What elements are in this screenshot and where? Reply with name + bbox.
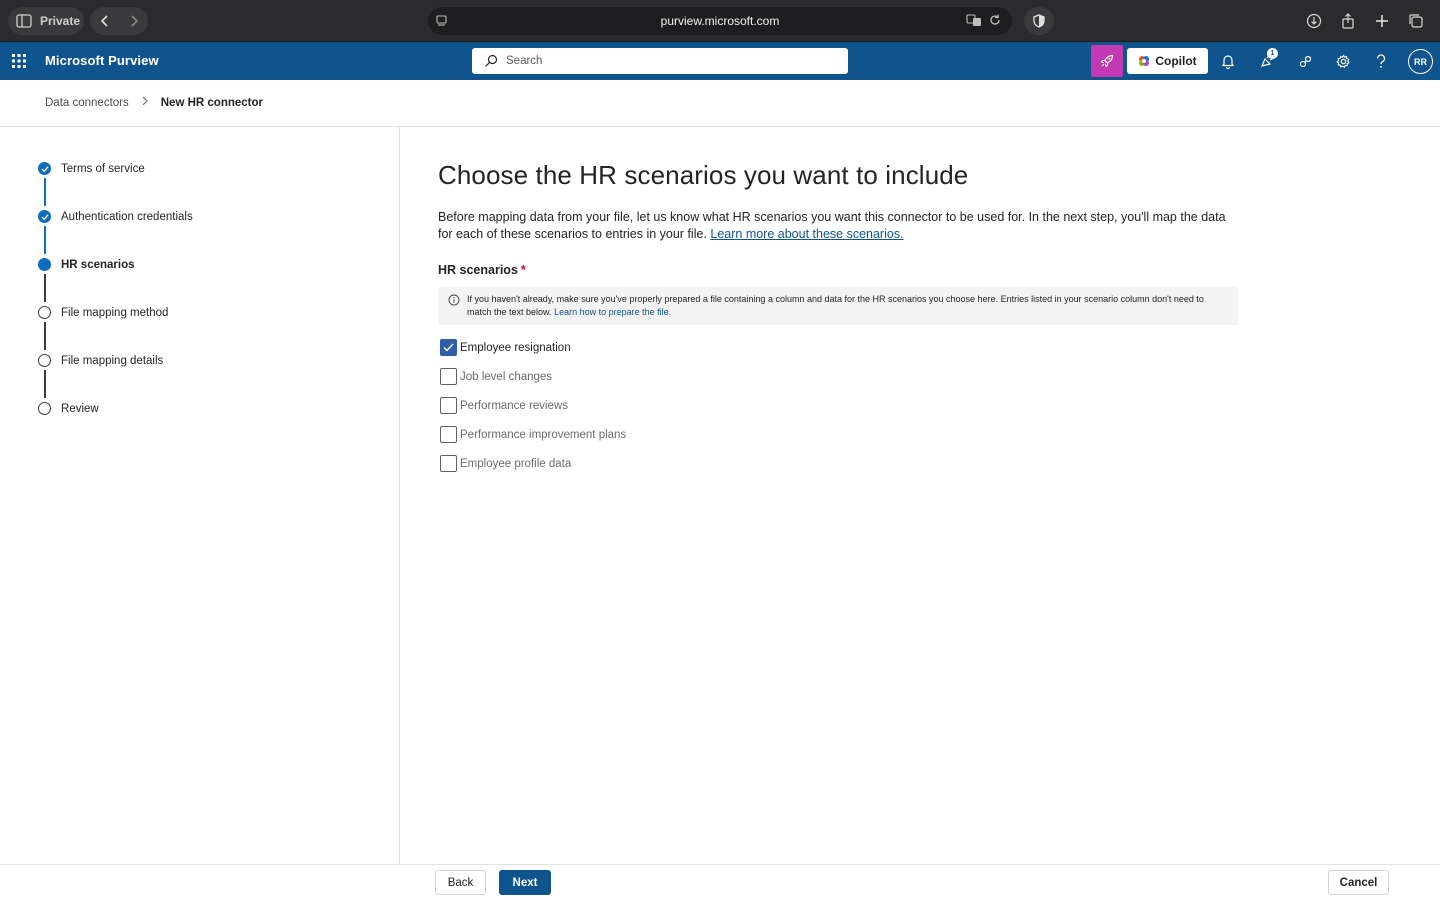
tab-overview-icon[interactable] (1404, 9, 1428, 33)
connect-icon[interactable] (1294, 50, 1316, 72)
forward-arrow-icon[interactable] (128, 14, 140, 28)
breadcrumb: Data connectors New HR connector (45, 96, 263, 109)
step-label: Review (61, 402, 99, 415)
checkbox-label: Employee resignation (460, 341, 571, 354)
private-window-indicator[interactable]: Private (8, 7, 84, 35)
cancel-button[interactable]: Cancel (1328, 870, 1389, 895)
step-label: Authentication credentials (61, 210, 193, 223)
app-launcher-icon[interactable] (10, 52, 28, 70)
search-icon (485, 54, 498, 67)
step-label: File mapping details (61, 354, 164, 367)
url-text: purview.microsoft.com (660, 14, 780, 28)
checkbox[interactable] (440, 426, 457, 443)
checkbox-job-level-changes[interactable]: Job level changes (440, 368, 552, 385)
empty-circle-icon (38, 402, 51, 415)
privacy-shield[interactable] (1024, 7, 1054, 35)
panel-divider (399, 127, 400, 864)
checkbox[interactable] (440, 368, 457, 385)
share-icon[interactable] (1336, 9, 1360, 33)
history-nav (90, 7, 148, 35)
step-connector (44, 226, 46, 254)
page-menu-icon[interactable] (436, 14, 448, 28)
checkbox[interactable] (440, 455, 457, 472)
copilot-button[interactable]: Copilot (1127, 48, 1208, 74)
step-hr-scenarios[interactable]: HR scenarios (38, 258, 135, 271)
header-divider (0, 126, 1440, 127)
app-header: Microsoft Purview Copilot 1 RR (0, 42, 1440, 80)
checkbox-performance-improvement-plans[interactable]: Performance improvement plans (440, 426, 626, 443)
checkbox-employee-profile-data[interactable]: Employee profile data (440, 455, 571, 472)
learn-how-prepare-file-link[interactable]: Learn how to prepare the file. (554, 307, 671, 317)
step-file-mapping-details: File mapping details (38, 354, 163, 367)
hr-scenarios-label: HR scenarios * (438, 263, 526, 277)
current-step-icon (38, 258, 51, 271)
search-box[interactable] (472, 48, 848, 74)
step-connector (44, 322, 46, 350)
browser-toolbar: Private purview.microsoft.com (0, 0, 1440, 42)
page-description: Before mapping data from your file, let … (438, 209, 1238, 243)
checkbox[interactable] (440, 339, 457, 356)
required-marker: * (520, 263, 526, 277)
step-label: File mapping method (61, 306, 169, 319)
page-title: Choose the HR scenarios you want to incl… (438, 160, 969, 190)
checkbox-label: Performance improvement plans (460, 428, 627, 441)
step-terms-of-service[interactable]: Terms of service (38, 162, 145, 175)
breadcrumb-current: New HR connector (160, 96, 263, 109)
copilot-icon (1139, 56, 1150, 66)
next-button[interactable]: Next (499, 870, 551, 895)
learn-more-scenarios-link[interactable]: Learn more about these scenarios. (710, 227, 903, 241)
step-file-mapping-method: File mapping method (38, 306, 168, 319)
checkbox-performance-reviews[interactable]: Performance reviews (440, 397, 568, 414)
step-connector (44, 370, 46, 398)
back-arrow-icon[interactable] (99, 14, 111, 28)
checkmark-icon (38, 210, 51, 223)
step-label: Terms of service (61, 162, 145, 175)
footer-divider (0, 864, 1440, 865)
bell-icon[interactable] (1217, 50, 1239, 72)
empty-circle-icon (38, 354, 51, 367)
avatar[interactable]: RR (1408, 49, 1433, 74)
checkbox-label: Employee profile data (460, 457, 572, 470)
translate-icon[interactable] (966, 13, 982, 27)
reload-icon[interactable] (988, 13, 1002, 27)
downloads-icon[interactable] (1302, 9, 1326, 33)
step-authentication-credentials[interactable]: Authentication credentials (38, 210, 193, 223)
breadcrumb-data-connectors[interactable]: Data connectors (45, 97, 129, 109)
sidebar-icon (16, 14, 32, 28)
new-tab-icon[interactable] (1370, 9, 1394, 33)
back-button[interactable]: Back (435, 870, 486, 895)
rocket-icon (1100, 54, 1114, 68)
step-connector (44, 178, 46, 206)
app-title[interactable]: Microsoft Purview (45, 53, 159, 68)
security-copilot-button[interactable] (1091, 45, 1123, 77)
section-label-text: HR scenarios (438, 263, 518, 277)
step-review: Review (38, 402, 99, 415)
checkmark-icon (443, 343, 454, 352)
address-bar[interactable]: purview.microsoft.com (428, 7, 1012, 35)
info-message-bar: If you haven't already, make sure you've… (438, 287, 1238, 325)
checkbox[interactable] (440, 397, 457, 414)
help-icon[interactable] (1370, 50, 1392, 72)
notification-badge: 1 (1267, 48, 1278, 59)
search-input[interactable] (506, 55, 826, 67)
checkmark-icon (38, 162, 51, 175)
chevron-right-icon (141, 96, 149, 109)
step-connector (44, 274, 46, 302)
info-icon (448, 294, 460, 306)
gear-icon[interactable] (1332, 50, 1354, 72)
copilot-label: Copilot (1155, 54, 1197, 68)
checkbox-label: Performance reviews (460, 399, 569, 412)
step-label: HR scenarios (61, 258, 135, 271)
private-label: Private (40, 14, 81, 28)
checkbox-employee-resignation[interactable]: Employee resignation (440, 339, 571, 356)
empty-circle-icon (38, 306, 51, 319)
shield-icon (1033, 14, 1045, 28)
checkbox-label: Job level changes (460, 370, 553, 383)
